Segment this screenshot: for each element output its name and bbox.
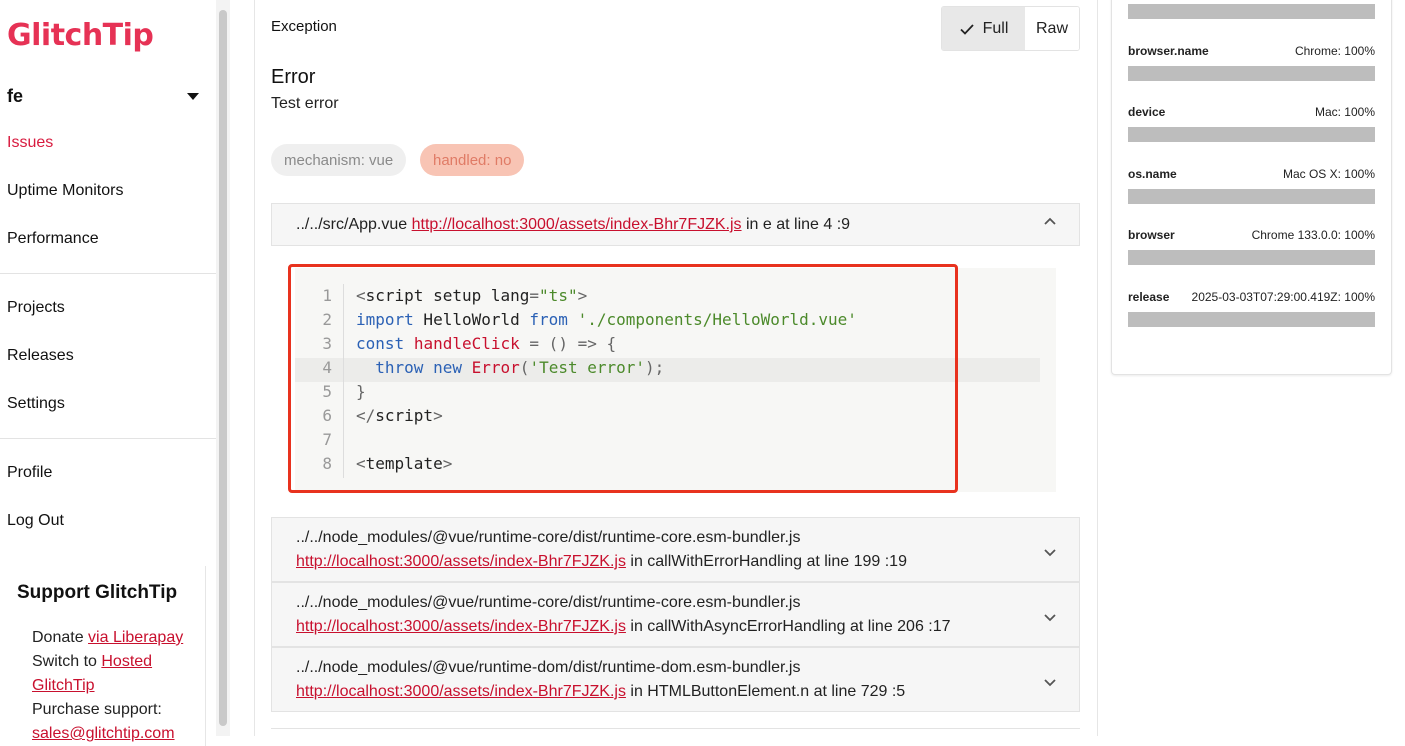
org-name: fe [7,85,24,106]
caret-down-icon [187,92,199,100]
tag-mechanism: mechanism: vue [271,144,407,176]
check-icon [959,23,974,35]
nav-performance[interactable]: Performance [7,230,99,248]
error-type: Error [271,66,316,88]
sidebar-scrollbar-thumb[interactable] [219,10,227,726]
nav-uptime-monitors[interactable]: Uptime Monitors [7,182,123,200]
full-button[interactable]: Full [942,7,1025,50]
purchase-text: Purchase support: [32,701,162,718]
nav-profile[interactable]: Profile [7,464,52,482]
switch-text: Switch to Hosted [32,653,153,670]
nav-settings[interactable]: Settings [7,395,65,413]
chevron-down-icon[interactable] [1043,613,1057,623]
sidebar: GlitchTip fe Issues Uptime Monitors Perf… [0,0,216,746]
frame-header[interactable]: ../../src/App.vue http://localhost:3000/… [271,203,1080,246]
frame-url-link[interactable]: http://localhost:3000/assets/index-Bhr7F… [296,618,626,635]
nav-releases[interactable]: Releases [7,347,74,365]
tag-bar [1128,250,1375,265]
tag-row[interactable]: os.name Mac OS X: 100% [1128,167,1375,181]
tag-row[interactable]: browser Chrome 133.0.0: 100% [1128,228,1375,242]
divider [0,273,216,274]
chevron-down-icon[interactable] [1043,548,1057,558]
full-label: Full [982,19,1009,37]
hosted-link[interactable]: Hosted [101,653,152,670]
hosted-text-2: GlitchTip [32,674,95,698]
tag-bar [1128,312,1375,327]
annotation-box [288,264,958,493]
frame-file: ../../node_modules/@vue/runtime-core/dis… [296,594,801,611]
chevron-up-icon[interactable] [1043,216,1057,226]
org-selector[interactable]: fe [7,84,201,108]
hosted-link-2[interactable]: GlitchTip [32,677,95,694]
chevron-down-icon[interactable] [1043,678,1057,688]
glitchtip-logo[interactable]: GlitchTip [7,18,154,53]
divider [271,728,1080,729]
nav-log-out[interactable]: Log Out [7,512,64,530]
support-title: Support GlitchTip [17,582,178,603]
frame-header[interactable]: ../../node_modules/@vue/runtime-dom/dist… [271,647,1080,712]
frame-url-link[interactable]: http://localhost:3000/assets/index-Bhr7F… [296,683,626,700]
tag-bar [1128,4,1375,19]
view-toggle: Full Raw [941,6,1080,51]
frame-url-link[interactable]: http://localhost:3000/assets/index-Bhr7F… [296,553,626,570]
error-message: Test error [271,95,339,112]
email-text: sales@glitchtip.com [32,722,175,746]
tag-row[interactable]: release 2025-03-03T07:29:00.419Z: 100% [1128,290,1375,304]
frame-location: ../../src/App.vue http://localhost:3000/… [296,216,851,233]
frame-file: ../../node_modules/@vue/runtime-dom/dist… [296,659,801,676]
exception-label: Exception [271,18,337,35]
nav-projects[interactable]: Projects [7,299,65,317]
nav-issues[interactable]: Issues [7,134,53,152]
raw-button[interactable]: Raw [1025,7,1079,50]
divider [0,438,216,439]
frame-url-link[interactable]: http://localhost:3000/assets/index-Bhr7F… [412,216,742,233]
support-box: Support GlitchTip Donate via Liberapay S… [2,566,206,746]
frame-header[interactable]: ../../node_modules/@vue/runtime-core/dis… [271,582,1080,647]
liberapay-link[interactable]: via Liberapay [88,629,183,646]
frame-location: http://localhost:3000/assets/index-Bhr7F… [296,553,907,570]
tag-row[interactable]: device Mac: 100% [1128,105,1375,119]
sales-email-link[interactable]: sales@glitchtip.com [32,725,175,742]
donate-text: Donate via Liberapay [32,629,184,646]
tag-bar [1128,189,1375,204]
frame-location: http://localhost:3000/assets/index-Bhr7F… [296,618,951,635]
tag-bar [1128,66,1375,81]
frame-location: http://localhost:3000/assets/index-Bhr7F… [296,683,906,700]
tag-bar [1128,127,1375,142]
tag-handled: handled: no [420,144,525,176]
frame-file: ../../node_modules/@vue/runtime-core/dis… [296,529,801,546]
frame-header[interactable]: ../../node_modules/@vue/runtime-core/dis… [271,517,1080,582]
tag-row[interactable]: browser.name Chrome: 100% [1128,44,1375,58]
